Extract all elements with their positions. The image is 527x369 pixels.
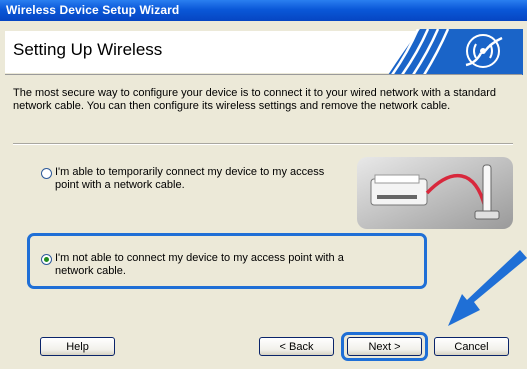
- radio-connect-cable[interactable]: [41, 168, 52, 179]
- header-divider: [5, 74, 522, 75]
- printer-cable-icon: [357, 157, 513, 229]
- back-button[interactable]: < Back: [259, 337, 334, 356]
- option-label-no-cable[interactable]: I'm not able to connect my device to my …: [55, 252, 355, 278]
- page-title: Setting Up Wireless: [13, 40, 163, 59]
- option-label-connect-cable[interactable]: I'm able to temporarily connect my devic…: [55, 166, 345, 192]
- separator: [13, 143, 513, 145]
- cancel-button[interactable]: Cancel: [434, 337, 509, 356]
- radio-no-cable[interactable]: [41, 254, 52, 265]
- help-button[interactable]: Help: [40, 337, 115, 356]
- wireless-logo-icon: [388, 29, 523, 75]
- pointer-arrow-icon: [448, 250, 527, 326]
- window-title: Wireless Device Setup Wizard: [6, 3, 180, 17]
- next-button[interactable]: Next >: [347, 337, 422, 356]
- intro-text: The most secure way to configure your de…: [13, 87, 497, 112]
- title-bar: Wireless Device Setup Wizard: [0, 0, 527, 21]
